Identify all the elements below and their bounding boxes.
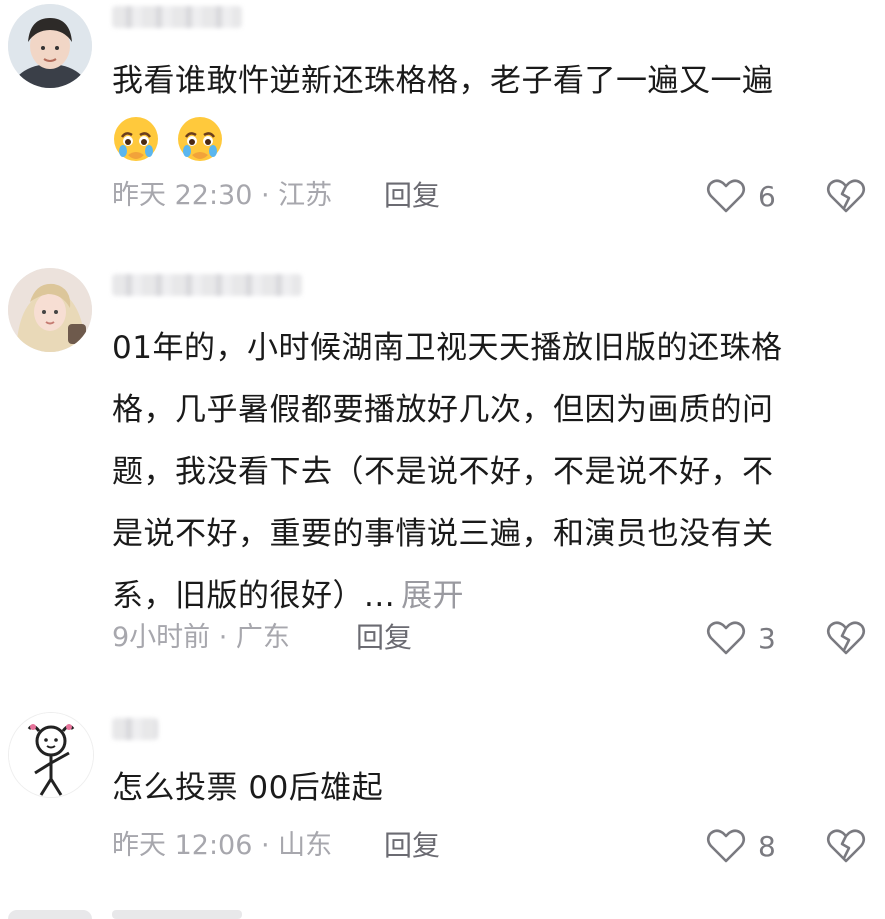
comment-meta: 9小时前 · 广东 [112,618,290,658]
broken-heart-icon[interactable] [826,178,866,214]
face-holding-back-tears-emoji-icon [114,116,158,161]
comment-text: 我看谁敢忤逆新还珠格格，老子看了一遍又一遍 [112,55,862,167]
comment-text: 01年的，小时候湖南卫视天天播放旧版的还珠格 格，几乎暑假都要播放好几次，但因为… [112,322,862,622]
username-blurred[interactable] [112,718,158,740]
like-button[interactable]: 8 [706,826,776,866]
heart-outline-icon [706,179,746,213]
username-blurred[interactable] [112,274,302,296]
reply-button[interactable]: 回复 [384,176,440,216]
comment-text-line: 我看谁敢忤逆新还珠格格，老子看了一遍又一遍 [112,63,774,99]
broken-heart-icon[interactable] [826,620,866,656]
avatar[interactable] [8,268,92,352]
time-location: 昨天 22:30 · 江苏 [112,180,333,211]
expand-link[interactable]: 展开 [401,578,464,614]
comment-text-line: 格，几乎暑假都要播放好几次，但因为画质的问 [112,392,774,428]
like-count: 8 [758,829,776,863]
avatar[interactable] [8,4,92,88]
next-comment-username-edge [112,910,242,919]
heart-outline-icon [706,829,746,863]
comment-text-tail: 系，旧版的很好）... [112,578,396,614]
time-location: 昨天 12:06 · 山东 [112,830,333,861]
comment-text: 怎么投票 00后雄起 [112,762,862,814]
comment-text-line: 题，我没看下去（不是说不好，不是说不好，不 [112,454,774,490]
emoji-row [112,111,862,167]
face-holding-back-tears-emoji-icon [178,116,223,161]
next-comment-avatar-edge [8,910,92,919]
heart-outline-icon [706,621,746,655]
like-count: 3 [758,621,776,655]
comment-text-line: 是说不好，重要的事情说三遍，和演员也没有关 [112,516,774,552]
broken-heart-icon[interactable] [826,828,866,864]
username-blurred[interactable] [112,6,242,28]
like-count: 6 [758,179,776,213]
reply-button[interactable]: 回复 [356,618,412,658]
like-button[interactable]: 3 [706,618,776,658]
comment-meta: 昨天 22:30 · 江苏 [112,176,332,216]
comment-meta: 昨天 12:06 · 山东 [112,826,332,866]
like-button[interactable]: 6 [706,176,776,216]
comment-text-line: 01年的，小时候湖南卫视天天播放旧版的还珠格 [112,330,783,366]
avatar[interactable] [8,712,94,798]
reply-button[interactable]: 回复 [384,826,440,866]
comment-text-line: 怎么投票 00后雄起 [112,770,384,806]
comment-text-line: 系，旧版的很好）... 展开 [112,570,862,622]
time-location: 9小时前 · 广东 [112,622,290,653]
